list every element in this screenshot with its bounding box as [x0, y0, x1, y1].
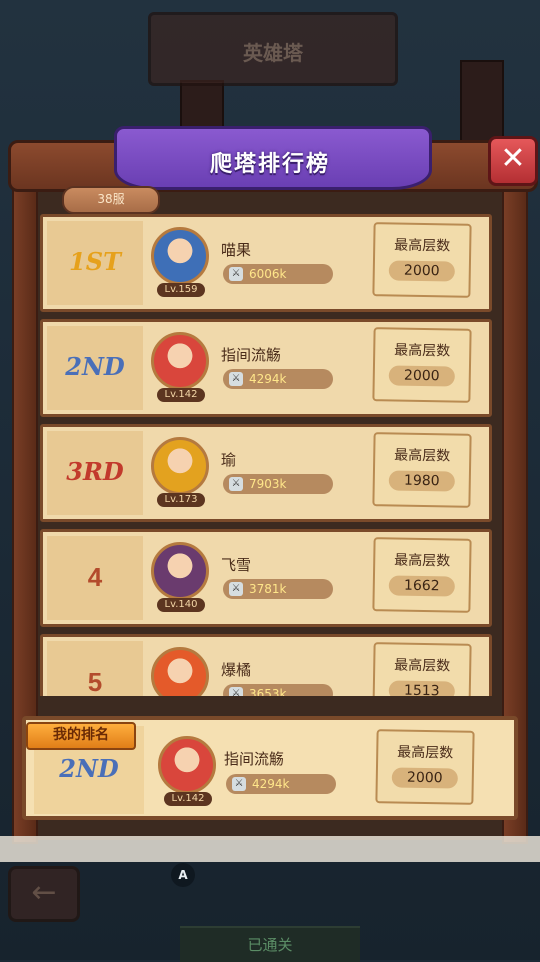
- power-value: 6006k: [249, 267, 287, 281]
- score-value: 1513: [388, 680, 455, 696]
- sword-icon: ⚔: [229, 687, 243, 696]
- score-label: 最高层数: [394, 657, 451, 675]
- rank-box: 4: [47, 536, 143, 620]
- rank-label: 5: [87, 667, 103, 696]
- close-icon: ✕: [500, 141, 526, 176]
- a-badge: A: [171, 863, 195, 887]
- sword-icon: ⚔: [229, 477, 243, 491]
- score-card: 最高层数 2000: [372, 327, 472, 403]
- power-value: 3781k: [249, 582, 287, 596]
- rank-box: 2ND: [47, 326, 143, 410]
- score-label: 最高层数: [394, 342, 451, 360]
- ranking-row[interactable]: 4 Lv.140 飞雪 ⚔ 3781k 最高层数 1662: [40, 529, 492, 627]
- my-score-label: 最高层数: [397, 744, 454, 762]
- rank-label: 3RD: [66, 457, 124, 486]
- player-avatar[interactable]: [151, 437, 209, 495]
- score-card: 最高层数 1513: [372, 642, 472, 696]
- back-button[interactable]: ←: [8, 866, 80, 922]
- power-value: 3653k: [249, 687, 287, 696]
- server-tag[interactable]: 38服: [62, 186, 160, 214]
- ranking-row[interactable]: 3RD Lv.173 瑜 ⚔ 7903k 最高层数 1980: [40, 424, 492, 522]
- title-banner: 爬塔排行榜: [114, 120, 432, 192]
- player-name: 爆橘: [221, 661, 252, 679]
- score-card: 最高层数 1662: [372, 537, 472, 613]
- player-level: Lv.142: [157, 388, 205, 402]
- player-level: Lv.159: [157, 283, 205, 297]
- my-level: Lv.142: [164, 792, 212, 806]
- power-value: 7903k: [249, 477, 287, 491]
- rank-label: 2ND: [65, 352, 125, 381]
- score-card: 最高层数 1980: [372, 432, 472, 508]
- my-score-card: 最高层数 2000: [375, 729, 475, 805]
- my-rank-label: 2ND: [59, 754, 119, 783]
- background-pillar-right: [460, 60, 504, 144]
- my-rank-tag: 我的排名: [26, 722, 136, 750]
- player-avatar[interactable]: [151, 332, 209, 390]
- player-avatar[interactable]: [151, 227, 209, 285]
- cleared-label: 已通关: [180, 926, 360, 962]
- score-label: 最高层数: [394, 552, 451, 570]
- player-name: 指间流觞: [221, 346, 282, 364]
- player-name: 飞雪: [221, 556, 252, 574]
- background-title-plate: 英雄塔: [148, 12, 398, 86]
- power-badge: ⚔ 3653k: [223, 684, 333, 696]
- score-label: 最高层数: [394, 237, 451, 255]
- my-avatar[interactable]: [158, 736, 216, 794]
- rank-box: 3RD: [47, 431, 143, 515]
- sword-icon: ⚔: [229, 582, 243, 596]
- sword-icon: ⚔: [229, 372, 243, 386]
- ranking-row[interactable]: 2ND Lv.142 指间流觞 ⚔ 4294k 最高层数 2000: [40, 319, 492, 417]
- player-level: Lv.140: [157, 598, 205, 612]
- my-power-badge: ⚔ 4294k: [226, 774, 336, 794]
- score-card: 最高层数 2000: [372, 222, 472, 298]
- rank-label: 4: [87, 562, 103, 592]
- my-score-value: 2000: [391, 767, 458, 789]
- rank-box: 5: [47, 641, 143, 696]
- score-value: 1980: [388, 470, 455, 492]
- player-level: Lv.173: [157, 493, 205, 507]
- power-badge: ⚔ 3781k: [223, 579, 333, 599]
- power-badge: ⚔ 4294k: [223, 369, 333, 389]
- background-title: 英雄塔: [243, 41, 303, 65]
- rank-label: 1ST: [69, 247, 121, 276]
- score-label: 最高层数: [394, 447, 451, 465]
- back-arrow-icon: ←: [31, 875, 57, 910]
- player-avatar[interactable]: [151, 542, 209, 600]
- bottom-ledge: [0, 836, 540, 862]
- rank-box: 1ST: [47, 221, 143, 305]
- player-name: 瑜: [221, 451, 237, 469]
- power-badge: ⚔ 7903k: [223, 474, 333, 494]
- score-value: 1662: [388, 575, 455, 597]
- my-player-name: 指间流觞: [224, 750, 285, 768]
- banner-title: 爬塔排行榜: [209, 152, 330, 177]
- close-button[interactable]: ✕: [488, 136, 538, 186]
- ranking-row[interactable]: 5 爆橘 ⚔ 3653k 最高层数 1513: [40, 634, 492, 696]
- sword-icon: ⚔: [232, 777, 246, 791]
- ranking-list[interactable]: 1ST Lv.159 喵果 ⚔ 6006k 最高层数 2000 2ND Lv.1…: [40, 214, 492, 696]
- ranking-row[interactable]: 1ST Lv.159 喵果 ⚔ 6006k 最高层数 2000: [40, 214, 492, 312]
- power-badge: ⚔ 6006k: [223, 264, 333, 284]
- player-avatar[interactable]: [151, 647, 209, 696]
- sword-icon: ⚔: [229, 267, 243, 281]
- score-value: 2000: [388, 365, 455, 387]
- power-value: 4294k: [249, 372, 287, 386]
- my-power-value: 4294k: [252, 777, 290, 791]
- score-value: 2000: [388, 260, 455, 282]
- player-name: 喵果: [221, 241, 252, 259]
